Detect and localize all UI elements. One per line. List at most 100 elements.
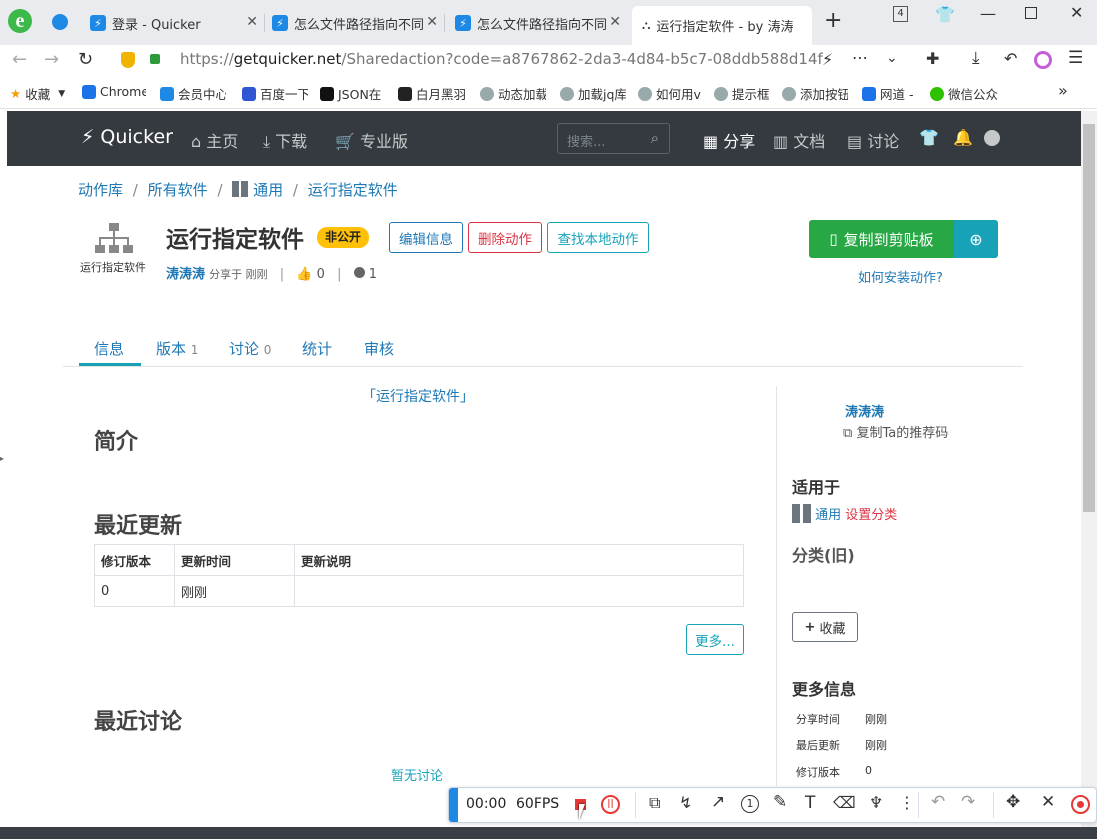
minimize-icon[interactable]: — xyxy=(980,4,996,23)
recorder-handle[interactable] xyxy=(449,788,458,822)
nav-discuss[interactable]: ▤ 讨论 xyxy=(847,128,899,152)
bookmark-item[interactable]: 提示框 xyxy=(714,84,772,103)
author-link[interactable]: 涛涛涛 xyxy=(166,267,205,282)
nav-docs[interactable]: ▥ 文档 xyxy=(773,128,825,152)
shirt-icon[interactable]: 👕 xyxy=(919,128,939,147)
bookmark-item[interactable]: 添加按钮 xyxy=(782,84,848,103)
nav-home[interactable]: ⌂ 主页 xyxy=(191,128,238,152)
copy-referral-link[interactable]: ⧉ 复制Ta的推荐码 xyxy=(843,422,948,441)
find-local-action-button[interactable]: 查找本地动作 xyxy=(547,222,649,253)
tab-count-badge[interactable]: 4 xyxy=(893,6,908,22)
shirt-icon[interactable]: 👕 xyxy=(935,5,955,24)
highlight-icon[interactable]: ♆ xyxy=(869,793,883,812)
tab-stats[interactable]: 统计 xyxy=(302,338,332,359)
browser-tab-1[interactable]: ⚡ 登录 - Quicker ✕ xyxy=(90,8,258,38)
breadcrumb-item[interactable]: 通用 xyxy=(253,181,283,199)
pause-icon[interactable]: || xyxy=(601,795,620,814)
pen-icon[interactable]: ✎ xyxy=(773,792,787,812)
bookmark-item[interactable]: 动态加载 xyxy=(480,84,546,103)
toolbar-divider xyxy=(993,792,994,818)
copy-to-clipboard-button[interactable]: ▯ 复制到剪贴板 xyxy=(809,220,954,258)
redo-icon[interactable]: ↷ xyxy=(961,792,975,812)
close-icon[interactable]: ✕ xyxy=(1041,792,1055,812)
set-category-link[interactable]: 设置分类 xyxy=(845,508,897,523)
bell-icon[interactable]: 🔔 xyxy=(953,128,973,147)
scrollbar-thumb[interactable] xyxy=(1083,124,1095,512)
more-updates-button[interactable]: 更多... xyxy=(686,624,744,655)
bookmark-item[interactable]: 网道 - xyxy=(862,84,918,103)
thumbs-up-icon[interactable]: 👍 xyxy=(296,267,312,282)
tab-info[interactable]: 信息 xyxy=(94,338,124,359)
bookmark-item[interactable]: 如何用v xyxy=(638,84,702,103)
clipboard-icon: ▯ xyxy=(829,230,838,248)
bookmark-favorites[interactable]: ★ 收藏 ▼ xyxy=(10,84,72,103)
bookmark-item[interactable]: Chrome xyxy=(82,84,146,99)
tab-versions[interactable]: 版本 1 xyxy=(156,338,198,359)
favorite-button[interactable]: + 收藏 xyxy=(792,612,858,642)
search-input[interactable]: 搜索... ⌕ xyxy=(557,123,670,154)
nav-share[interactable]: ▦ 分享 xyxy=(703,128,755,152)
brand-link[interactable]: ⚡ Quicker xyxy=(81,126,173,148)
breadcrumb-item[interactable]: 动作库 xyxy=(78,181,123,199)
url-field[interactable]: https://getquicker.net/Sharedaction?code… xyxy=(180,50,823,68)
private-badge: 非公开 xyxy=(317,227,370,248)
close-tab-icon[interactable]: ✕ xyxy=(246,14,258,30)
eraser-icon[interactable]: ⌫ xyxy=(833,793,856,812)
browser-tab-active[interactable]: ⛬ 运行指定软件 - by 涛涛 xyxy=(632,6,812,45)
back-icon[interactable]: ← xyxy=(12,49,27,70)
tab-review[interactable]: 审核 xyxy=(364,338,394,359)
pinned-tab-icon[interactable] xyxy=(52,14,68,30)
user-icon[interactable] xyxy=(984,130,1000,146)
close-tab-icon[interactable]: ✕ xyxy=(609,14,621,30)
move-icon[interactable]: ✥ xyxy=(1006,792,1020,812)
more-vertical-icon[interactable]: ⋮ xyxy=(899,793,915,812)
polyline-icon[interactable]: ↯ xyxy=(679,793,692,812)
bookmark-item[interactable]: 会员中心 xyxy=(160,84,226,103)
new-tab-button[interactable]: + xyxy=(824,8,842,33)
breadcrumb-item[interactable]: 所有软件 xyxy=(148,181,208,199)
shield-icon[interactable] xyxy=(121,52,135,68)
maximize-icon[interactable] xyxy=(1025,7,1037,19)
browser-tab-2[interactable]: ⚡ 怎么文件路径指向不同 ✕ xyxy=(272,8,438,38)
bookmark-item[interactable]: 白月黑羽 xyxy=(398,84,468,103)
install-help-link[interactable]: 如何安装动作? xyxy=(858,267,943,286)
tab-discuss[interactable]: 讨论 0 xyxy=(229,338,271,359)
bookmark-item[interactable]: 百度一下 xyxy=(242,84,308,103)
search-icon[interactable]: ⌕ xyxy=(651,129,659,147)
breadcrumb-item[interactable]: 运行指定软件 xyxy=(308,181,398,199)
bookmark-item[interactable]: 微信公众 xyxy=(930,84,1028,103)
text-tool-icon[interactable]: T xyxy=(805,793,815,813)
record-icon[interactable] xyxy=(1071,795,1090,814)
download-icon[interactable]: ⤓ xyxy=(972,48,980,68)
edit-info-button[interactable]: 编辑信息 xyxy=(389,222,463,253)
close-tab-icon[interactable]: ✕ xyxy=(426,14,438,30)
lightning-icon[interactable]: ⚡ xyxy=(822,50,833,69)
bookmark-item[interactable]: 加载jq库 xyxy=(560,84,626,103)
more-icon[interactable]: ⋯ xyxy=(852,48,868,67)
close-window-icon[interactable]: ✕ xyxy=(1070,3,1083,22)
reload-icon[interactable]: ↻ xyxy=(78,49,93,70)
bookmark-item[interactable]: JSON在 xyxy=(320,84,384,103)
browser-logo-icon[interactable]: e xyxy=(8,9,32,33)
star-icon: ★ xyxy=(10,86,22,101)
bookmarks-more-icon[interactable]: » xyxy=(1058,81,1068,100)
extensions-icon[interactable]: ✚ xyxy=(926,49,939,68)
sidebar-author-link[interactable]: 涛涛涛 xyxy=(845,401,884,420)
applies-link[interactable]: 通用 xyxy=(815,508,841,523)
menu-icon[interactable]: ☰ xyxy=(1068,48,1083,68)
undo-icon[interactable]: ↶ xyxy=(931,792,945,812)
nav-pro[interactable]: 🛒 专业版 xyxy=(335,128,408,152)
shape-icon[interactable]: ⧉ xyxy=(649,793,660,813)
undo-icon[interactable]: ↶ xyxy=(1004,49,1017,68)
browser-tab-3[interactable]: ⚡ 怎么文件路径指向不同 ✕ xyxy=(455,8,621,38)
cart-icon: 🛒 xyxy=(335,132,355,151)
forward-icon[interactable]: → xyxy=(44,49,59,70)
number-marker-icon[interactable]: 1 xyxy=(741,795,759,813)
preview-button[interactable]: ⊕ xyxy=(954,220,998,258)
arrow-icon[interactable]: ↗ xyxy=(711,792,725,812)
table-header-row: 修订版本 更新时间 更新说明 xyxy=(94,544,744,576)
delete-action-button[interactable]: 删除动作 xyxy=(468,222,542,253)
chevron-down-icon[interactable]: ⌄ xyxy=(886,50,898,66)
nav-download[interactable]: ⤓ 下载 xyxy=(263,128,307,152)
ai-icon[interactable] xyxy=(1034,51,1052,69)
